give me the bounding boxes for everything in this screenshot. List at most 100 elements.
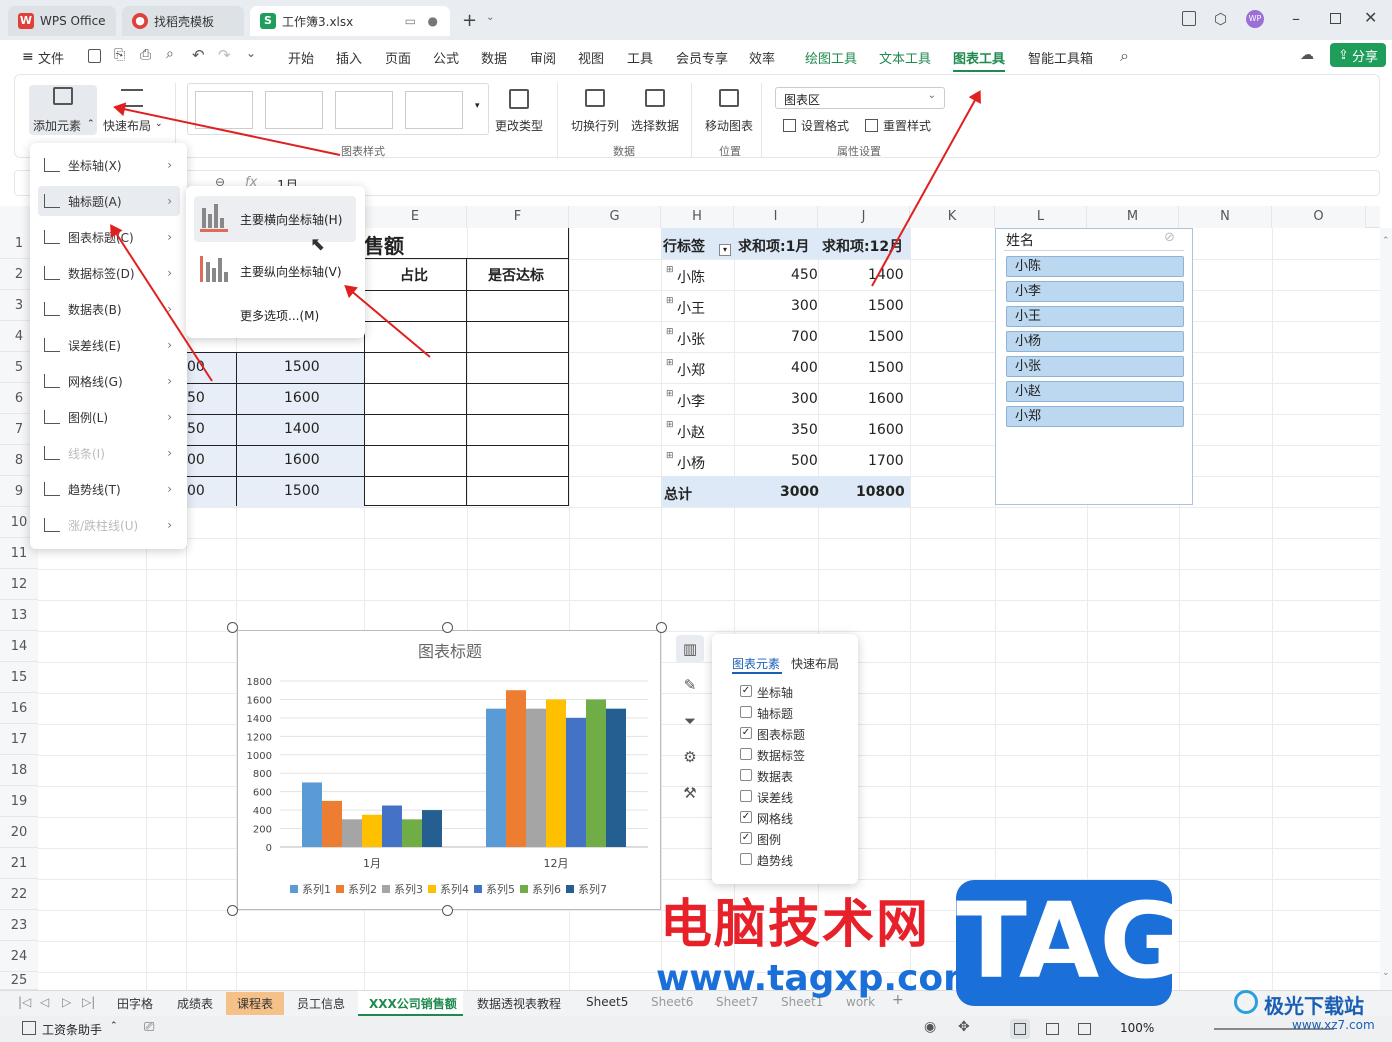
more-chevron-icon[interactable]: ⌄ (246, 46, 256, 60)
redo-icon[interactable]: ↷ (218, 46, 231, 64)
menu-file[interactable]: 文件 (38, 48, 64, 67)
row-header[interactable]: 16 (0, 693, 38, 724)
slicer-item[interactable]: 小郑 (1006, 406, 1184, 427)
pivot-filter-icon[interactable]: ▾ (719, 244, 731, 256)
table-cell[interactable]: 1500 (284, 483, 320, 499)
close-icon[interactable]: ✕ (1364, 8, 1377, 27)
row-header[interactable]: 24 (0, 941, 38, 972)
chart-area-select[interactable]: 图表区 ⌄ (775, 87, 945, 109)
submenu-more-options[interactable]: 更多选项...(M) (240, 307, 319, 324)
chart-filter-icon[interactable]: ⏷ (676, 707, 704, 735)
reset-style-button[interactable]: 重置样式 (883, 117, 931, 134)
dropdown-item[interactable]: 趋势线(T) › (38, 474, 180, 504)
sheet-tab[interactable]: 田字格 (117, 995, 153, 1012)
slicer-item[interactable]: 小陈 (1006, 256, 1184, 277)
row-header[interactable]: 18 (0, 755, 38, 786)
panel-tab-layout[interactable]: 快速布局 (791, 655, 839, 672)
row-header[interactable]: 21 (0, 848, 38, 879)
sheet-tab[interactable]: 课程表 (237, 995, 273, 1012)
table-cell[interactable]: 00 (187, 452, 205, 468)
pivot-row-name[interactable]: 小王 (677, 298, 705, 318)
gallery-expand-icon[interactable]: ▾ (475, 101, 480, 111)
menu-view[interactable]: 视图 (578, 48, 604, 67)
expand-icon[interactable]: ⊞ (666, 327, 674, 337)
row-header[interactable]: 14 (0, 631, 38, 662)
clear-filter-icon[interactable]: ⊘ (1164, 230, 1175, 245)
menu-smart-toolbox[interactable]: 智能工具箱 (1028, 48, 1093, 67)
vertical-scrollbar[interactable] (1380, 228, 1392, 990)
table-cell[interactable]: 1600 (284, 390, 320, 406)
pivot-row-name[interactable]: 小张 (677, 329, 705, 349)
pivot-row-jan[interactable]: 400 (791, 360, 818, 376)
chart-style-thumb-3[interactable] (335, 91, 393, 129)
menu-text-tools[interactable]: 文本工具 (879, 48, 931, 67)
sheet-tab[interactable]: 员工信息 (297, 995, 345, 1012)
col-header-l[interactable]: L (995, 206, 1087, 228)
pivot-row-jan[interactable]: 350 (791, 422, 818, 438)
cube-icon[interactable]: ⬡ (1214, 10, 1227, 28)
pivot-row-name[interactable]: 小郑 (677, 360, 705, 380)
chart-elements-icon[interactable]: ▥ (676, 635, 704, 663)
checkbox[interactable]: ✓ (740, 811, 752, 823)
quick-layout-button[interactable]: 快速布局 (103, 117, 151, 134)
row-header[interactable]: 25 (0, 972, 38, 990)
prev-sheet-icon[interactable]: ◁ (40, 995, 49, 1009)
row-header[interactable]: 13 (0, 600, 38, 631)
new-tab-button[interactable]: + (462, 10, 477, 31)
pivot-row-jan[interactable]: 500 (791, 453, 818, 469)
expand-icon[interactable]: ⊞ (666, 296, 674, 306)
pivot-row-name[interactable]: 小李 (677, 391, 705, 411)
col-header-i[interactable]: I (734, 206, 818, 228)
menu-home[interactable]: 开始 (288, 48, 314, 67)
checkbox[interactable] (740, 748, 752, 760)
checkbox[interactable] (740, 853, 752, 865)
row-header[interactable]: 15 (0, 662, 38, 693)
hamburger-icon[interactable]: ≡ (22, 49, 34, 65)
maximize-icon[interactable] (1330, 13, 1341, 24)
checkbox[interactable] (740, 706, 752, 718)
pivot-row-dec[interactable]: 1500 (868, 329, 904, 345)
preview-icon[interactable]: ⌕ (166, 46, 174, 62)
cloud-icon[interactable]: ☁ (1300, 47, 1314, 63)
row-header[interactable]: 12 (0, 569, 38, 600)
set-format-button[interactable]: 设置格式 (801, 117, 849, 134)
dropdown-item[interactable]: 轴标题(A) › (38, 186, 180, 216)
menu-formula[interactable]: 公式 (433, 48, 459, 67)
menu-data[interactable]: 数据 (481, 48, 507, 67)
dropdown-item[interactable]: 网格线(G) › (38, 366, 180, 396)
expand-icon[interactable]: ⊞ (666, 389, 674, 399)
expand-icon[interactable]: ⊞ (666, 265, 674, 275)
dropdown-item[interactable]: 误差线(E) › (38, 330, 180, 360)
col-header-m[interactable]: M (1087, 206, 1179, 228)
menu-insert[interactable]: 插入 (336, 48, 362, 67)
scroll-down-icon[interactable]: ⌄ (1382, 968, 1390, 978)
slicer-item[interactable]: 小杨 (1006, 331, 1184, 352)
pivot-row-dec[interactable]: 1500 (868, 360, 904, 376)
table-cell[interactable]: 1600 (284, 452, 320, 468)
col-header-o[interactable]: O (1272, 206, 1366, 228)
submenu-horizontal-axis[interactable]: 主要横向坐标轴(H) (240, 211, 342, 228)
sheet-tab-active[interactable]: XXX公司销售额 (369, 995, 457, 1012)
col-header-f[interactable]: F (467, 206, 569, 228)
col-header-h[interactable]: H (661, 206, 734, 228)
pivot-row-dec[interactable]: 1500 (868, 298, 904, 314)
resize-handle[interactable] (227, 905, 238, 916)
pivot-row-name[interactable]: 小赵 (677, 422, 705, 442)
select-data-button[interactable]: 选择数据 (631, 117, 679, 134)
switch-rowcol-button[interactable]: 切换行列 (571, 117, 619, 134)
menu-page[interactable]: 页面 (385, 48, 411, 67)
print-icon[interactable]: ⎙ (140, 47, 151, 63)
next-sheet-icon[interactable]: ▷ (62, 995, 71, 1009)
table-cell[interactable]: 00 (187, 483, 205, 499)
chevron-down-icon[interactable]: ⌄ (486, 12, 494, 23)
chart-area[interactable]: 图表标题 0 200 400 600 800 1000 1200 1400 1600 1800 1月 1… (237, 630, 661, 910)
minimize-icon[interactable]: – (1292, 9, 1300, 28)
table-cell[interactable]: 1400 (284, 421, 320, 437)
page-layout-icon[interactable] (1046, 1023, 1059, 1035)
slicer-item[interactable]: 小王 (1006, 306, 1184, 327)
close-dot-icon[interactable]: ● (428, 14, 438, 28)
chart-tools-icon[interactable]: ⚒ (676, 779, 704, 807)
pivot-row-jan[interactable]: 700 (791, 329, 818, 345)
menu-review[interactable]: 审阅 (530, 48, 556, 67)
macro-icon[interactable]: ⎚ (144, 1020, 154, 1035)
